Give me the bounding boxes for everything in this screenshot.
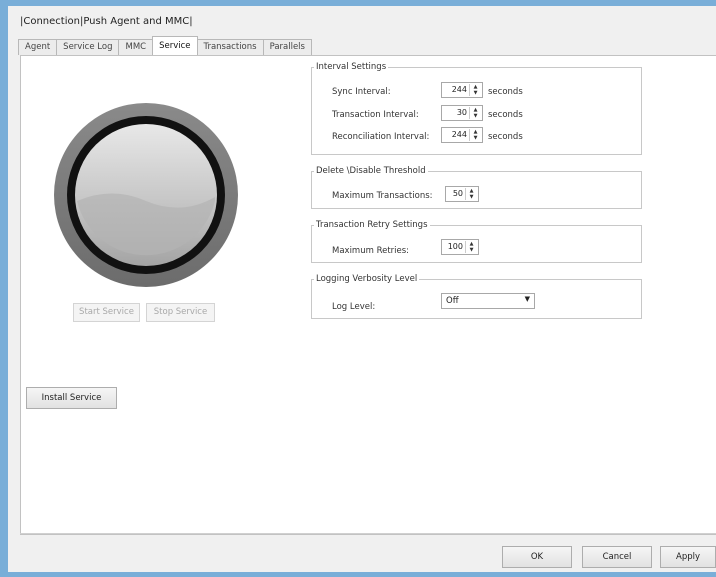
tab-parallels[interactable]: Parallels bbox=[262, 39, 312, 55]
spin-down-icon[interactable]: ▼ bbox=[466, 247, 477, 253]
tab-transactions[interactable]: Transactions bbox=[196, 39, 264, 55]
maximum-transactions-value: 50 bbox=[452, 189, 463, 198]
reconciliation-interval-label: Reconciliation Interval: bbox=[332, 132, 430, 142]
maximum-transactions-label: Maximum Transactions: bbox=[332, 191, 433, 201]
service-status-indicator-icon bbox=[54, 103, 238, 287]
spin-down-icon[interactable]: ▼ bbox=[470, 90, 481, 96]
apply-button[interactable]: Apply bbox=[660, 546, 716, 568]
sync-interval-unit: seconds bbox=[488, 87, 523, 97]
maximum-retries-spinner[interactable]: 100 ▲ ▼ bbox=[441, 239, 479, 255]
logging-verbosity-legend: Logging Verbosity Level bbox=[314, 274, 420, 285]
tab-agent[interactable]: Agent bbox=[18, 39, 58, 55]
log-level-label: Log Level: bbox=[332, 302, 376, 312]
service-tab-panel: Start Service Stop Service Install Servi… bbox=[20, 55, 716, 535]
sync-interval-spinner[interactable]: 244 ▲ ▼ bbox=[441, 82, 483, 98]
maximum-retries-value: 100 bbox=[447, 242, 463, 251]
ok-button[interactable]: OK bbox=[502, 546, 572, 568]
window-frame-bottom bbox=[0, 572, 716, 577]
tab-service-log[interactable]: Service Log bbox=[56, 39, 120, 55]
cancel-button[interactable]: Cancel bbox=[582, 546, 652, 568]
spin-down-icon[interactable]: ▼ bbox=[470, 135, 481, 141]
install-service-button[interactable]: Install Service bbox=[26, 387, 117, 409]
footer-divider bbox=[20, 533, 716, 534]
transaction-interval-label: Transaction Interval: bbox=[332, 110, 419, 120]
window-frame-left bbox=[0, 0, 8, 577]
maximum-retries-label: Maximum Retries: bbox=[332, 246, 410, 256]
interval-settings-legend: Interval Settings bbox=[314, 62, 389, 73]
tab-bar: Agent Service Log MMC Service Transactio… bbox=[18, 36, 312, 55]
tab-service[interactable]: Service bbox=[152, 36, 198, 55]
window-title: |Connection|Push Agent and MMC| bbox=[20, 16, 193, 27]
reconciliation-interval-unit: seconds bbox=[488, 132, 523, 142]
tab-mmc[interactable]: MMC bbox=[118, 39, 154, 55]
transaction-interval-value: 30 bbox=[456, 108, 467, 117]
reconciliation-interval-spinner[interactable]: 244 ▲ ▼ bbox=[441, 127, 483, 143]
maximum-transactions-spinner[interactable]: 50 ▲ ▼ bbox=[445, 186, 479, 202]
sync-interval-value: 244 bbox=[451, 85, 467, 94]
log-level-select[interactable]: Off ▼ bbox=[441, 293, 535, 309]
transaction-interval-unit: seconds bbox=[488, 110, 523, 120]
start-service-button[interactable]: Start Service bbox=[73, 303, 140, 322]
stop-service-button[interactable]: Stop Service bbox=[146, 303, 215, 322]
log-level-value: Off bbox=[446, 296, 459, 306]
retry-settings-legend: Transaction Retry Settings bbox=[314, 220, 430, 231]
spin-down-icon[interactable]: ▼ bbox=[470, 113, 481, 119]
chevron-down-icon[interactable]: ▼ bbox=[525, 295, 530, 303]
delete-threshold-legend: Delete \Disable Threshold bbox=[314, 166, 428, 177]
sync-interval-label: Sync Interval: bbox=[332, 87, 391, 97]
transaction-interval-spinner[interactable]: 30 ▲ ▼ bbox=[441, 105, 483, 121]
spin-down-icon[interactable]: ▼ bbox=[466, 194, 477, 200]
reconciliation-interval-value: 244 bbox=[451, 130, 467, 139]
